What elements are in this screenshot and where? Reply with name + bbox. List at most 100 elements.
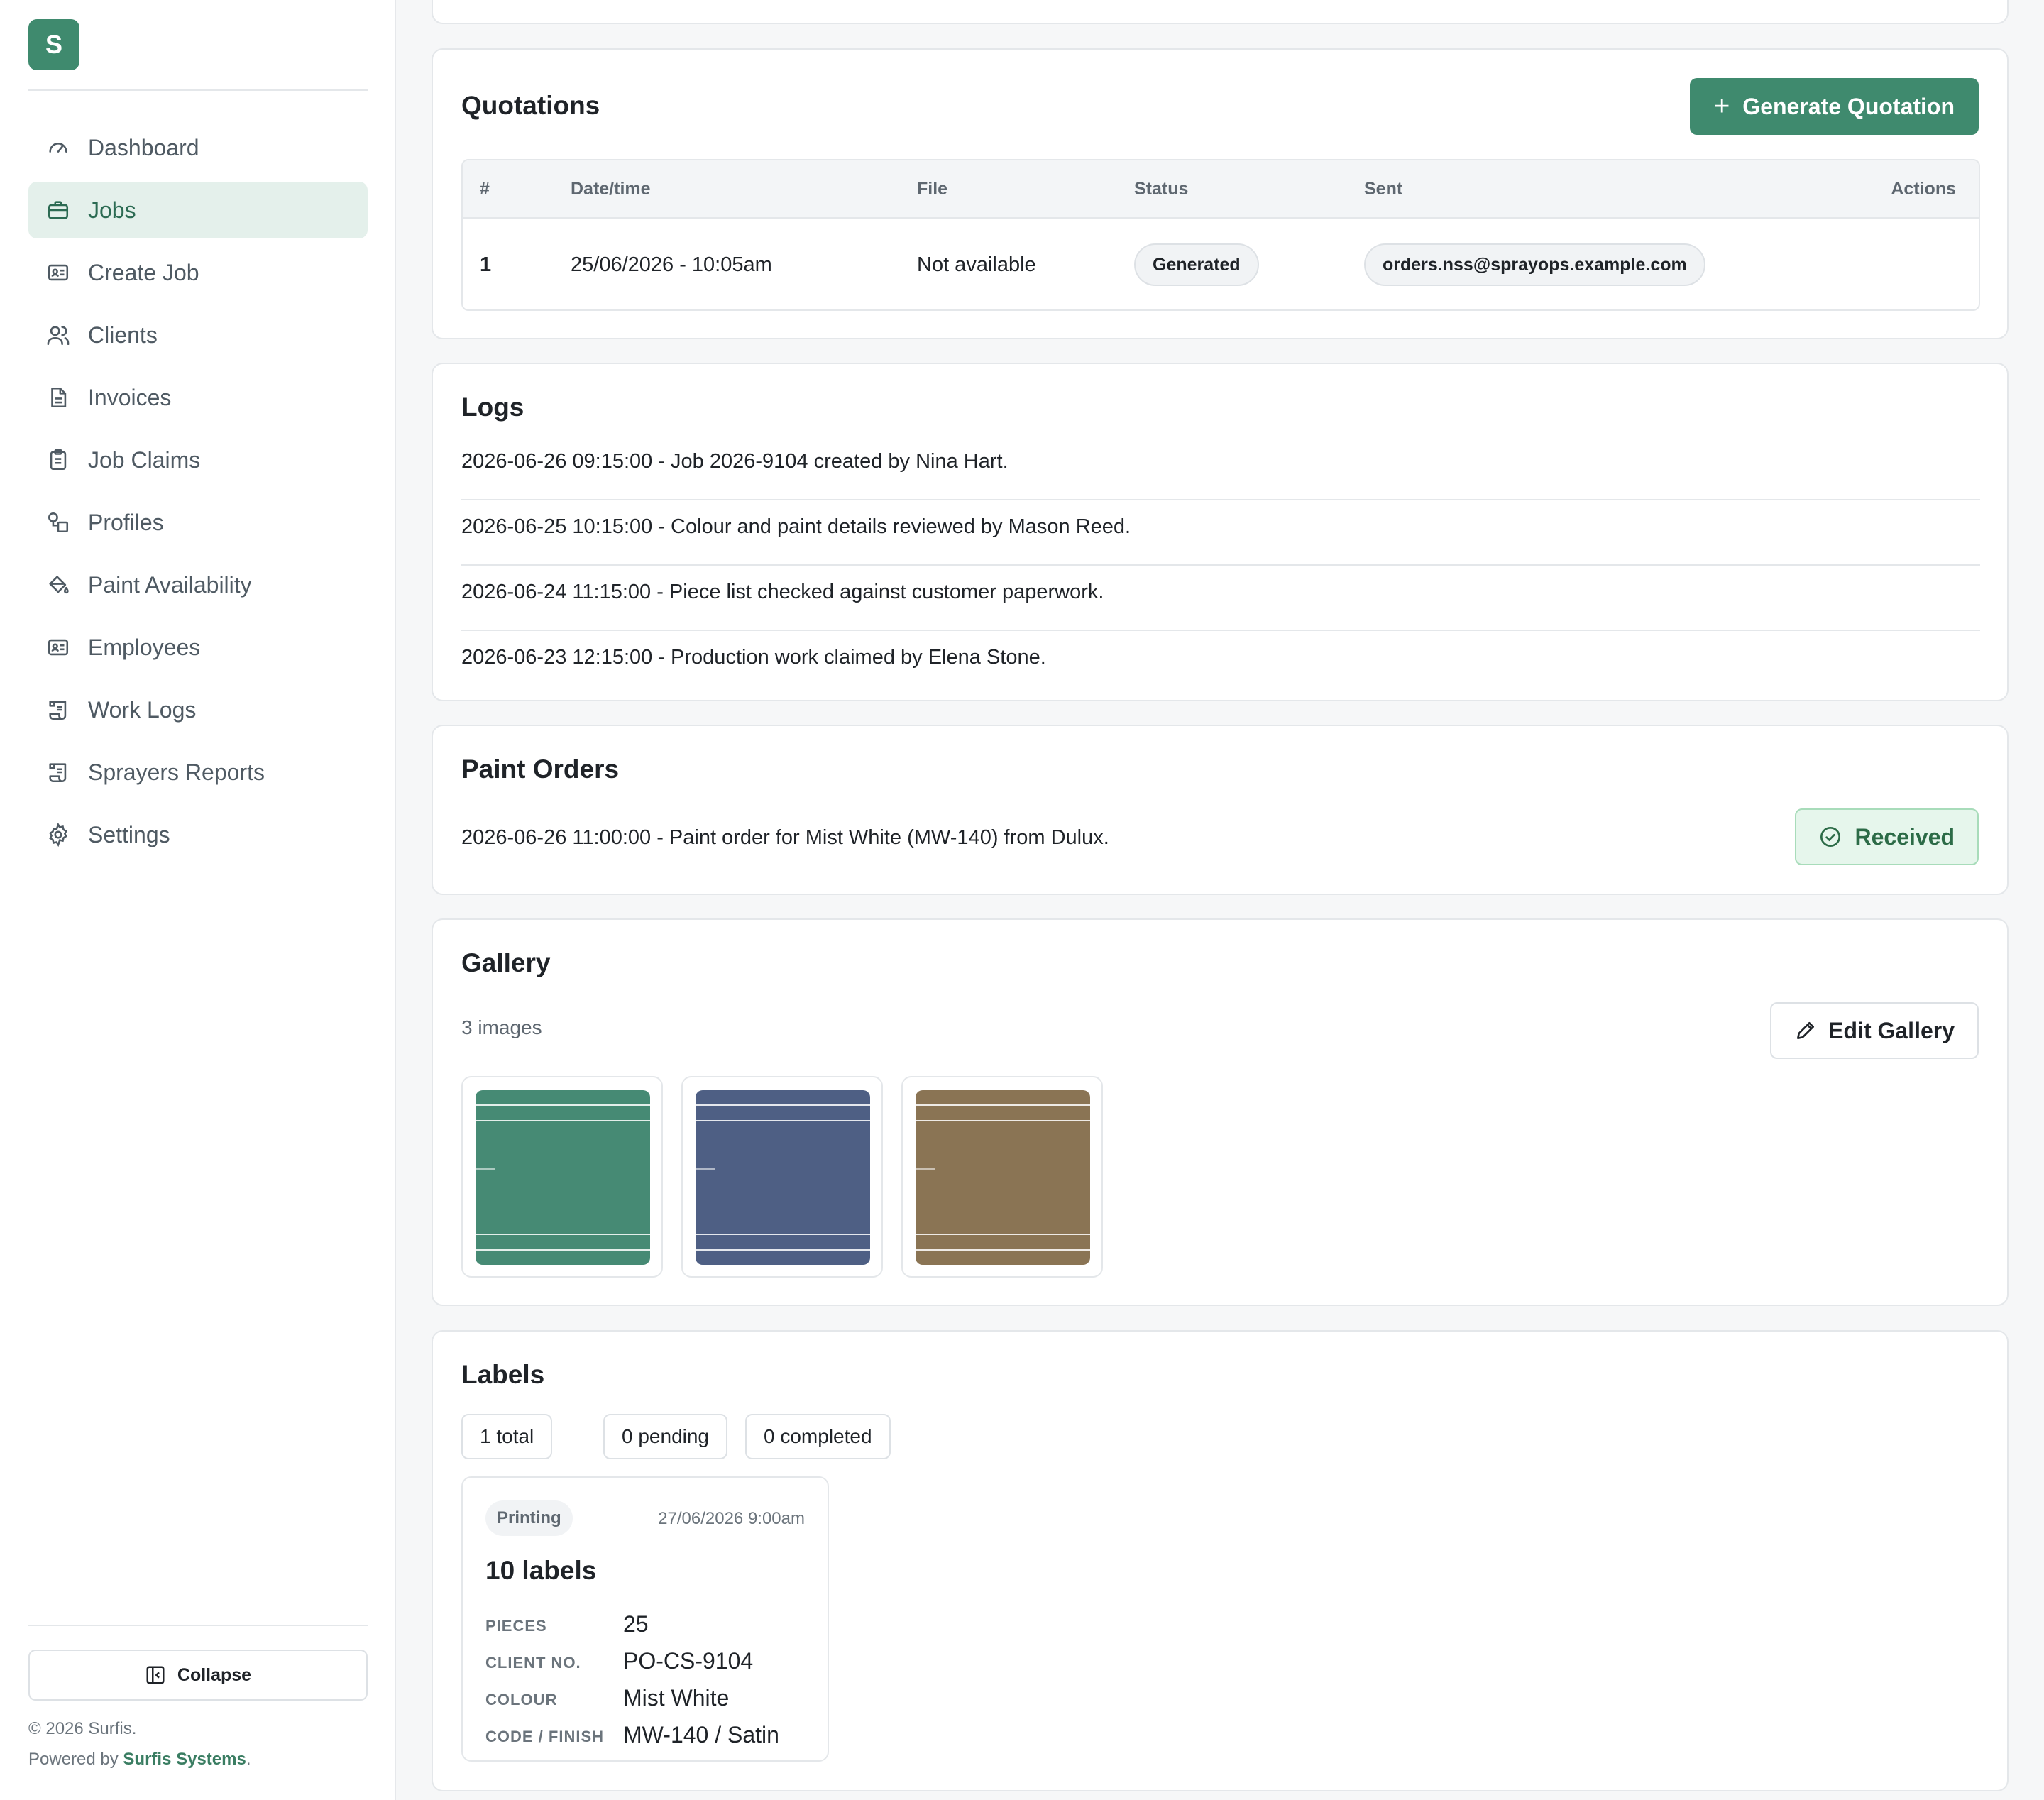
- gallery-count: 3 images: [461, 1016, 542, 1038]
- gallery-thumbnail[interactable]: [681, 1076, 883, 1278]
- paint-orders-card: Paint Orders 2026-06-26 11:00:00 - Paint…: [432, 725, 2009, 895]
- main-content: Quotations + Generate Quotation # Date/t…: [396, 0, 2044, 1800]
- clipboard-icon: [45, 447, 71, 473]
- generate-quotation-button[interactable]: + Generate Quotation: [1690, 78, 1979, 135]
- plus-icon: +: [1714, 91, 1730, 121]
- pencil-icon: [1797, 1022, 1815, 1039]
- code-finish-key: CODE / FINISH: [485, 1728, 605, 1745]
- sidebar-item-label: Invoices: [88, 384, 172, 410]
- labels-title: Labels: [461, 1360, 545, 1389]
- sidebar-item-label: Employees: [88, 634, 201, 660]
- gallery-image: [476, 1090, 650, 1265]
- column-header: File: [917, 178, 948, 199]
- column-header: Sent: [1364, 178, 1403, 199]
- paint-orders-title: Paint Orders: [461, 754, 620, 784]
- previous-card: [432, 0, 2009, 24]
- sidebar-item-label: Paint Availability: [88, 571, 252, 598]
- powered-suffix: .: [246, 1750, 251, 1769]
- label-count-title: 10 labels: [485, 1556, 597, 1585]
- scroll-icon: [45, 697, 71, 723]
- gauge-icon: [45, 135, 71, 160]
- log-entry: 2026-06-26 09:15:00 - Job 2026-9104 crea…: [461, 450, 1009, 473]
- quotation-number: 1: [480, 253, 492, 276]
- table-header: # Date/time File Status Sent Actions: [463, 160, 1979, 219]
- gallery-card: Gallery 3 images Edit Gallery: [432, 918, 2009, 1306]
- quotation-datetime: 25/06/2026 - 10:05am: [571, 253, 772, 276]
- sidebar-item-profiles[interactable]: Profiles: [28, 494, 368, 551]
- sidebar-item-label: Clients: [88, 322, 158, 348]
- id-card-icon: [45, 635, 71, 660]
- sidebar-item-clients[interactable]: Clients: [28, 307, 368, 363]
- gallery-image: [696, 1090, 870, 1265]
- sidebar-item-create-job[interactable]: Create Job: [28, 244, 368, 301]
- colour-value: Mist White: [623, 1685, 730, 1711]
- sidebar-item-invoices[interactable]: Invoices: [28, 369, 368, 426]
- log-entry: 2026-06-25 10:15:00 - Colour and paint d…: [461, 515, 1131, 538]
- sidebar-item-label: Work Logs: [88, 696, 197, 723]
- column-header: Status: [1134, 178, 1189, 199]
- sidebar-item-label: Job Claims: [88, 446, 201, 473]
- powered-by: Powered by Surfis Systems.: [28, 1750, 251, 1769]
- app-logo[interactable]: S: [28, 19, 79, 70]
- label-job-card[interactable]: Printing 27/06/2026 9:00am 10 labels PIE…: [461, 1476, 829, 1762]
- divider: [461, 564, 1980, 566]
- logs-title: Logs: [461, 393, 524, 422]
- divider: [461, 499, 1980, 500]
- log-entry: 2026-06-24 11:15:00 - Piece list checked…: [461, 581, 1104, 603]
- labels-pending-badge: 0 pending: [603, 1414, 728, 1459]
- divider: [461, 630, 1980, 631]
- collapse-label: Collapse: [177, 1664, 252, 1685]
- sidebar: S Dashboard Jobs Create Job Clients Invo…: [0, 0, 396, 1800]
- sidebar-item-dashboard[interactable]: Dashboard: [28, 119, 368, 176]
- powered-prefix: Powered by: [28, 1750, 123, 1769]
- pieces-key: PIECES: [485, 1617, 547, 1635]
- logo-letter: S: [45, 30, 62, 59]
- edit-gallery-button[interactable]: Edit Gallery: [1770, 1002, 1979, 1059]
- collapse-button[interactable]: Collapse: [28, 1650, 368, 1701]
- generate-quotation-label: Generate Quotation: [1742, 93, 1955, 119]
- gallery-image: [916, 1090, 1090, 1265]
- client-no-key: CLIENT NO.: [485, 1654, 581, 1672]
- gallery-thumbnail[interactable]: [461, 1076, 663, 1278]
- scroll-icon: [45, 759, 71, 785]
- copyright: © 2026 Surfis.: [28, 1719, 137, 1738]
- logs-card: Logs 2026-06-26 09:15:00 - Job 2026-9104…: [432, 363, 2009, 701]
- received-label: Received: [1855, 823, 1955, 850]
- check-circle-icon: [1820, 827, 1841, 847]
- quotations-card: Quotations + Generate Quotation # Date/t…: [432, 48, 2009, 339]
- table-row: 1 25/06/2026 - 10:05am Not available Gen…: [463, 219, 1979, 309]
- sidebar-item-job-claims[interactable]: Job Claims: [28, 432, 368, 488]
- column-header: Date/time: [571, 178, 651, 199]
- quotations-title: Quotations: [461, 91, 600, 120]
- label-status-badge: Printing: [485, 1500, 573, 1536]
- sidebar-item-sprayers-reports[interactable]: Sprayers Reports: [28, 744, 368, 801]
- sidebar-item-label: Create Job: [88, 259, 199, 285]
- gear-icon: [45, 822, 71, 847]
- gallery-title: Gallery: [461, 948, 551, 977]
- labels-total-badge: 1 total: [461, 1414, 553, 1459]
- sidebar-item-jobs[interactable]: Jobs: [28, 182, 368, 238]
- sidebar-item-paint-availability[interactable]: Paint Availability: [28, 556, 368, 613]
- id-card-icon: [45, 260, 71, 285]
- sidebar-nav: Dashboard Jobs Create Job Clients Invoic…: [28, 119, 368, 869]
- sidebar-item-work-logs[interactable]: Work Logs: [28, 681, 368, 738]
- sidebar-item-label: Profiles: [88, 509, 164, 535]
- gallery-thumbnail[interactable]: [901, 1076, 1103, 1278]
- column-header: Actions: [1891, 178, 1956, 199]
- labels-completed-badge: 0 completed: [745, 1414, 891, 1459]
- briefcase-icon: [45, 197, 71, 223]
- sidebar-item-employees[interactable]: Employees: [28, 619, 368, 676]
- powered-brand-link[interactable]: Surfis Systems: [123, 1750, 246, 1769]
- client-no-value: PO-CS-9104: [623, 1648, 754, 1674]
- column-header: #: [480, 178, 490, 199]
- label-date: 27/06/2026 9:00am: [658, 1509, 805, 1528]
- paint-order-entry: 2026-06-26 11:00:00 - Paint order for Mi…: [461, 826, 1109, 849]
- panel-collapse-icon: [146, 1666, 165, 1684]
- received-status-button[interactable]: Received: [1795, 808, 1979, 865]
- quotation-file: Not available: [917, 253, 1036, 276]
- divider: [28, 89, 368, 91]
- status-badge: Generated: [1134, 243, 1259, 286]
- sidebar-item-label: Jobs: [88, 197, 136, 223]
- edit-gallery-label: Edit Gallery: [1828, 1017, 1955, 1043]
- sidebar-item-settings[interactable]: Settings: [28, 806, 368, 863]
